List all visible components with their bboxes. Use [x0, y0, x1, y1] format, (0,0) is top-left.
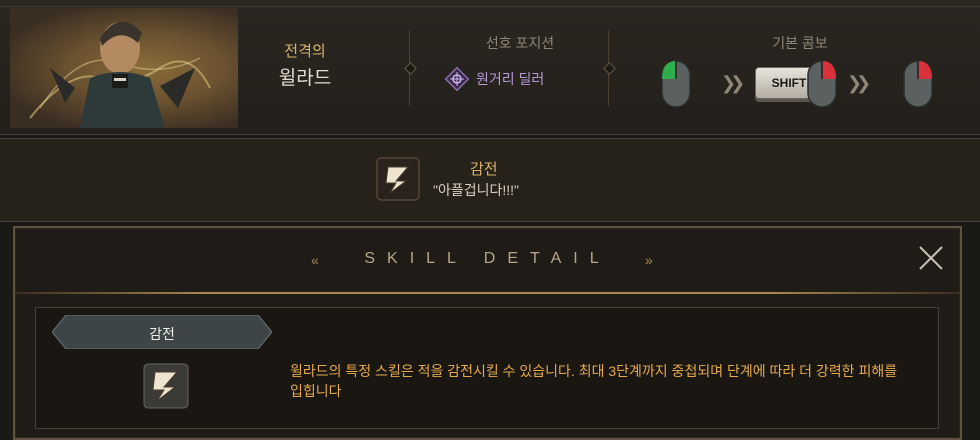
mouse-left-click-icon: [661, 60, 691, 108]
close-icon[interactable]: [918, 245, 944, 271]
crosshair-diamond-icon: [444, 66, 470, 92]
character-portrait: [10, 8, 238, 128]
panel-title: SKILL DETAIL: [364, 250, 611, 267]
class-title: 전격의: [284, 43, 326, 60]
skill-quote: "아플겁니다!!!": [433, 182, 520, 198]
title-right-ornament-icon: »: [645, 252, 653, 268]
skill-detail-name: 감전: [149, 326, 175, 342]
combo-sequence: ❯❯ SHIFT ❯❯: [655, 56, 945, 112]
combo-arrow-icon: ❯❯: [721, 73, 745, 93]
character-header: 전격의 윌라드 선호 포지션 원거리 딜러 기본 콤보 ❯❯ SHIFT ❯❯: [0, 0, 980, 135]
character-name: 윌라드: [278, 68, 332, 89]
skill-name: 감전: [470, 161, 498, 178]
class-block: 전격의 윌라드: [250, 40, 360, 90]
position-value: 원거리 딜러: [444, 66, 544, 92]
combo-label: 기본 콤보: [772, 35, 828, 51]
lightning-skill-icon[interactable]: [376, 157, 420, 201]
skill-detail-panel: « SKILL DETAIL » 감전 윌라드의 특정 스킬은 적을 감전시킬 …: [13, 226, 962, 440]
position-label: 선호 포지션: [485, 35, 555, 51]
mouse-right-click-icon: [807, 60, 837, 108]
divider: [603, 30, 616, 106]
combo-arrow-icon: ❯❯: [847, 73, 871, 93]
position-text: 원거리 딜러: [476, 71, 545, 87]
skill-detail-card: 감전 윌라드의 특정 스킬은 적을 감전시킬 수 있습니다. 최대 3단계까지 …: [35, 307, 939, 429]
divider: [404, 30, 417, 106]
mouse-right-click-icon: [903, 60, 933, 108]
lightning-skill-icon: [143, 363, 189, 409]
skill-description: 윌라드의 특정 스킬은 적을 감전시킬 수 있습니다. 최대 3단계까지 중첩되…: [290, 363, 898, 399]
skill-name-badge: 감전: [52, 315, 272, 349]
divider: [15, 292, 960, 294]
